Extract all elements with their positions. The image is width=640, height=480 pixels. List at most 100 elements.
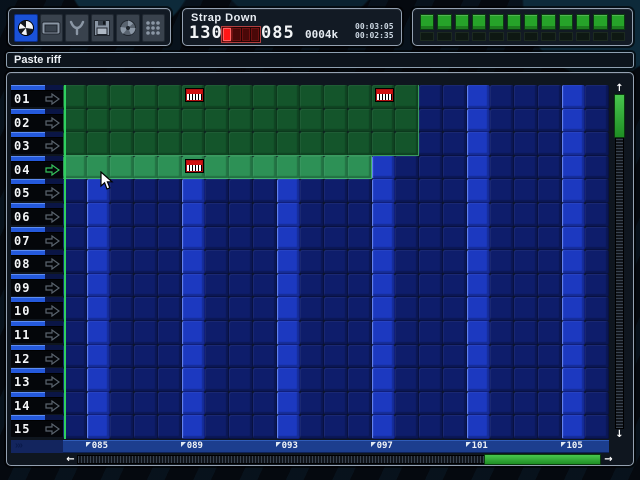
grid-cell[interactable] [205,321,229,345]
grid-cell[interactable] [443,345,467,369]
grid-cell[interactable] [490,297,514,321]
grid-cell[interactable] [562,203,586,227]
grid-cell[interactable] [134,250,158,274]
grid-cell[interactable] [562,250,586,274]
grid-cell[interactable] [514,415,538,439]
grid-cell[interactable] [419,392,443,416]
grid-cell[interactable] [205,156,229,180]
grid-cell[interactable] [63,274,87,298]
grid-cell[interactable] [585,392,609,416]
grid-cell[interactable] [110,415,134,439]
grid-cell[interactable] [538,392,562,416]
grid-cell[interactable] [110,345,134,369]
grid-cell[interactable] [277,415,301,439]
merge-icon[interactable] [65,14,89,42]
grid-cell[interactable] [324,392,348,416]
grid-cell[interactable] [277,345,301,369]
grid-cell[interactable] [253,415,277,439]
grid-cell[interactable] [443,368,467,392]
grid-cell[interactable] [419,132,443,156]
grid-cell[interactable] [538,203,562,227]
grid-cell[interactable] [467,203,491,227]
grid-cell[interactable] [110,203,134,227]
grid-cell[interactable] [324,321,348,345]
grid-cell[interactable] [253,274,277,298]
grid-cell[interactable] [134,297,158,321]
grid-cell[interactable] [277,109,301,133]
grid-cell[interactable] [585,132,609,156]
grid-cell[interactable] [277,274,301,298]
grid-cell[interactable] [87,227,111,251]
scroll-down-button[interactable]: ↓ [613,429,626,440]
grid-cell[interactable] [300,392,324,416]
grid-cell[interactable] [205,345,229,369]
grid-cell[interactable] [443,85,467,109]
grid-cell[interactable] [158,85,182,109]
grid-cell[interactable] [324,227,348,251]
grid-cell[interactable] [419,415,443,439]
grid-cell[interactable] [300,297,324,321]
track-play-arrow-icon-active[interactable] [44,164,60,176]
grid-cell[interactable] [562,156,586,180]
grid-cell[interactable] [419,321,443,345]
grid-cell[interactable] [348,415,372,439]
grid-cell[interactable] [63,156,87,180]
grid-cell[interactable] [372,297,396,321]
grid-cell[interactable] [372,132,396,156]
grid-cell[interactable] [158,297,182,321]
grid-cell[interactable] [63,227,87,251]
grid-cell[interactable] [134,132,158,156]
grid-cell[interactable] [585,156,609,180]
grid-cell[interactable] [467,274,491,298]
grid-cell[interactable] [158,368,182,392]
grid-cell[interactable] [585,179,609,203]
track-play-arrow-icon[interactable] [44,376,60,388]
grid-cell[interactable] [372,227,396,251]
grid-cell[interactable] [372,156,396,180]
grid-cell[interactable] [134,156,158,180]
grid-cell[interactable] [277,392,301,416]
track-row-header[interactable]: 04 [11,156,63,178]
grid-cell[interactable] [205,250,229,274]
grid-cell[interactable] [467,156,491,180]
grid-cell[interactable] [538,85,562,109]
grid-cell[interactable] [253,368,277,392]
grid-cell[interactable] [538,156,562,180]
grid-cell[interactable] [87,156,111,180]
grid-cell[interactable] [324,250,348,274]
grid-cell[interactable] [205,415,229,439]
grid-cell[interactable] [395,392,419,416]
grid-cell[interactable] [395,109,419,133]
grid-cell[interactable] [110,392,134,416]
grid-cell[interactable] [87,415,111,439]
grid-cell[interactable] [63,415,87,439]
grid-cell[interactable] [87,85,111,109]
grid-cell[interactable] [253,297,277,321]
grid-cell[interactable] [585,415,609,439]
grid-cell[interactable] [324,203,348,227]
grid-cell[interactable] [348,297,372,321]
grid-cell[interactable] [514,368,538,392]
grid-cell[interactable] [300,132,324,156]
grid-cell[interactable] [87,392,111,416]
grid-cell[interactable] [134,85,158,109]
grid-cell[interactable] [538,297,562,321]
grid-cell[interactable] [514,274,538,298]
grid-cell[interactable] [348,203,372,227]
grid-cell[interactable] [372,368,396,392]
grid-cell[interactable] [87,297,111,321]
sequencer-grid[interactable] [63,85,609,439]
grid-cell[interactable] [324,85,348,109]
grid-cell[interactable] [300,85,324,109]
grid-cell[interactable] [87,179,111,203]
track-play-arrow-icon[interactable] [44,305,60,317]
grid-cell[interactable] [134,179,158,203]
grid-cell[interactable] [182,274,206,298]
grid-cell[interactable] [514,179,538,203]
grid-cell[interactable] [182,368,206,392]
track-row-header[interactable]: 07 [11,227,63,249]
grid-cell[interactable] [490,85,514,109]
grid-cell[interactable] [277,203,301,227]
grid-cell[interactable] [562,132,586,156]
horizontal-scrollbar-thumb[interactable] [484,454,601,465]
